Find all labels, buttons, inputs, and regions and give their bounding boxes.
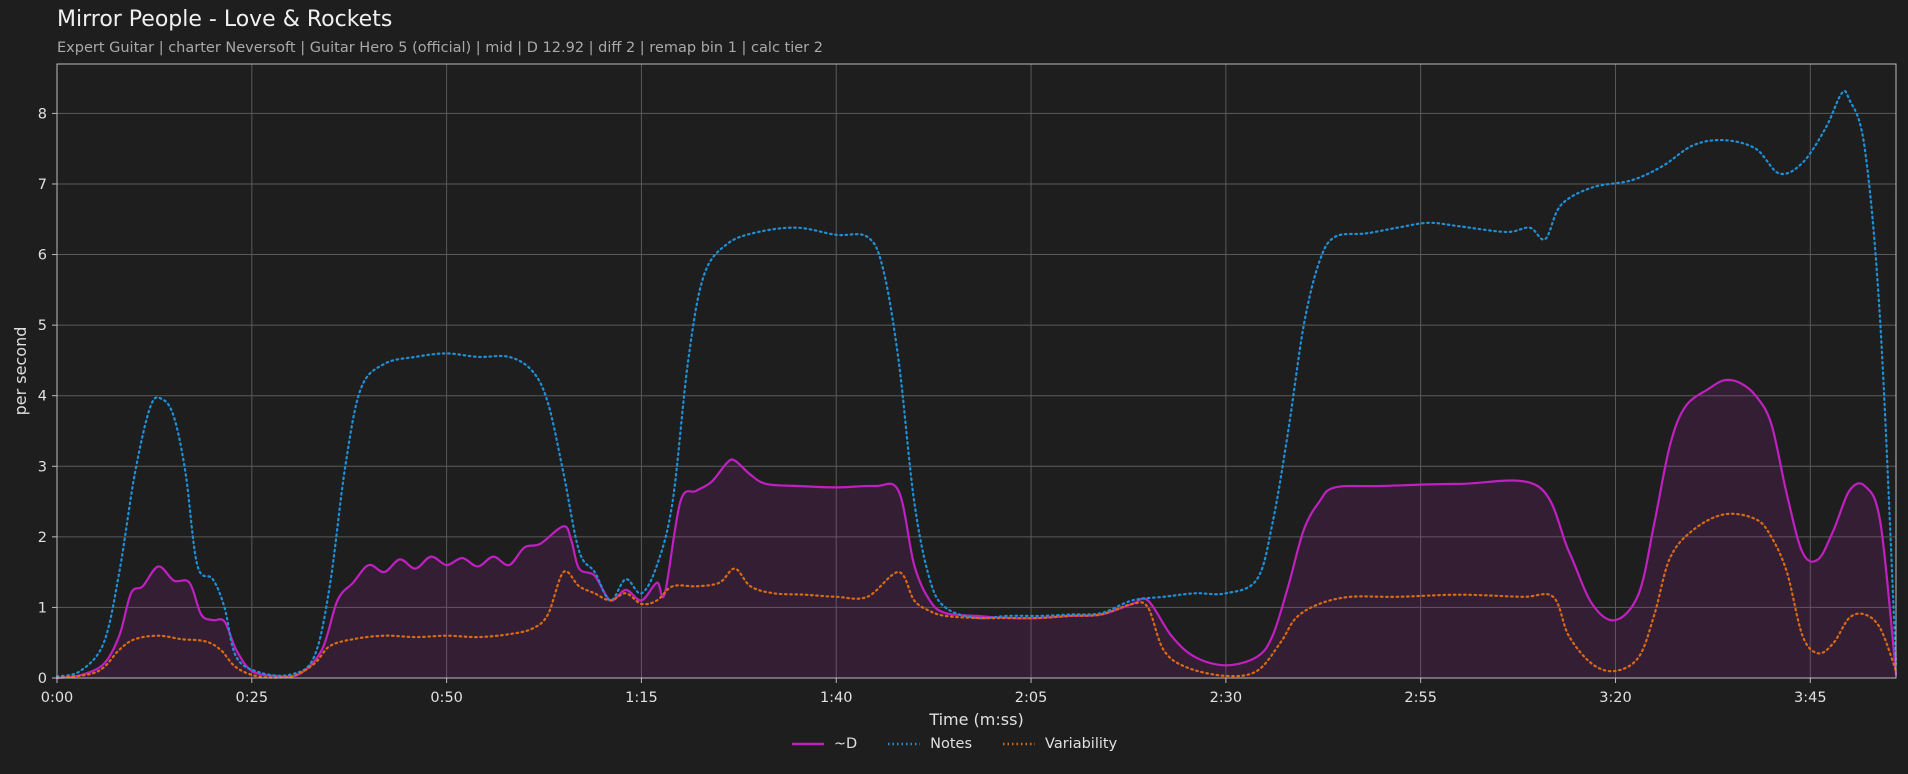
- legend-swatch-d: [791, 742, 824, 746]
- legend-swatch-variability: [1003, 742, 1036, 746]
- x-tick-label: 1:40: [820, 690, 853, 706]
- chart-legend: ~D Notes Variability: [0, 736, 1908, 752]
- x-tick-label: 1:15: [625, 690, 658, 706]
- legend-swatch-notes: [888, 742, 921, 746]
- x-tick-label: 3:45: [1794, 690, 1827, 706]
- y-tick-label: 8: [38, 106, 47, 122]
- series-fills: [57, 379, 1896, 678]
- x-axis-label: Time (m:ss): [928, 710, 1023, 729]
- y-tick-label: 7: [38, 177, 47, 193]
- y-axis-label: per second: [11, 327, 30, 416]
- line-chart: 0:00 0:25 0:50 1:15 1:40 2:05 2:30 2:55 3:20 3:45…: [11, 63, 1898, 729]
- legend-label-d: ~D: [833, 736, 858, 752]
- x-tick-label: 2:30: [1210, 690, 1243, 706]
- legend-item-variability: Variability: [1002, 736, 1117, 752]
- x-tick-label: 0:00: [41, 690, 74, 706]
- x-tick-label: 2:05: [1015, 690, 1048, 706]
- y-tick-label: 6: [38, 248, 47, 264]
- series-lines: [55, 89, 1898, 680]
- x-tick-label: 2:55: [1404, 690, 1437, 706]
- y-tick-label: 4: [38, 389, 47, 405]
- plot-frame: [56, 63, 1897, 679]
- legend-item-d: ~D: [791, 736, 857, 752]
- series-area-d: [57, 379, 1896, 678]
- y-tick-label: 0: [38, 671, 47, 687]
- y-tick-label: 2: [38, 530, 47, 546]
- legend-label-notes: Notes: [930, 736, 973, 752]
- series-line-notes: [55, 89, 1898, 678]
- x-tick-label: 0:50: [430, 690, 463, 706]
- y-tick-label: 5: [38, 318, 47, 334]
- y-tick-label: 1: [38, 600, 47, 616]
- x-tick-label: 3:20: [1599, 690, 1632, 706]
- x-tick-label: 0:25: [236, 690, 269, 706]
- y-tick-label: 3: [38, 459, 47, 475]
- legend-item-notes: Notes: [887, 736, 972, 752]
- grid-lines: [57, 64, 1896, 678]
- legend-label-variability: Variability: [1045, 736, 1118, 752]
